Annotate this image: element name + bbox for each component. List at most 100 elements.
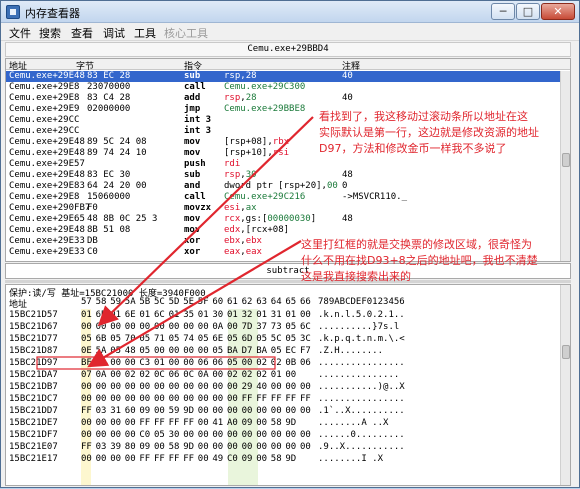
hex-byte[interactable]: 30 — [212, 309, 223, 321]
disasm-row[interactable]: Cemu.exe+29E65 48 8B 0C 25 3 mov rcx,gs:[00… — [6, 214, 562, 225]
hex-byte[interactable]: 00 — [183, 345, 194, 357]
hex-byte[interactable]: 00 — [256, 441, 267, 453]
hex-byte[interactable]: 00 — [96, 393, 107, 405]
hex-row[interactable]: 15BC21E07 FF 03 39 80 09 00 58 9D 00 00 00 00 00 00 00 0… — [6, 441, 562, 453]
hex-byte[interactable]: 05 — [154, 429, 165, 441]
hex-byte[interactable]: 00 — [183, 381, 194, 393]
hex-byte[interactable]: 01 — [256, 309, 267, 321]
hex-byte[interactable]: 00 — [183, 429, 194, 441]
hex-byte[interactable]: 00 — [300, 405, 311, 417]
hex-byte[interactable]: 01 — [271, 369, 282, 381]
hex-byte[interactable]: 00 — [227, 321, 238, 333]
hex-row[interactable]: 15BC21D97 BF 00 00 00 C3 01 00 00 06 06 05 00 02 02 0B 0… — [6, 357, 562, 369]
hex-byte[interactable]: 00 — [285, 429, 296, 441]
hex-byte[interactable]: 6E — [125, 309, 136, 321]
disasm-row[interactable]: Cemu.exe+29E57 push rdi — [6, 159, 562, 170]
hex-row[interactable]: 15BC21DB7 00 00 00 00 00 00 00 00 00 00 00 29 40 00 00 0… — [6, 381, 562, 393]
hex-byte[interactable]: 00 — [198, 441, 209, 453]
hex-byte[interactable]: 32 — [242, 309, 253, 321]
hex-byte[interactable]: 00 — [212, 405, 223, 417]
hex-byte[interactable]: 00 — [125, 357, 136, 369]
hex-byte[interactable]: 09 — [242, 453, 253, 465]
hex-byte[interactable]: 59 — [169, 405, 180, 417]
hex-byte[interactable]: 00 — [154, 381, 165, 393]
hex-row[interactable]: 15BC21D67 00 00 00 00 00 00 00 00 00 0A 00 7D 37 73 05 6… — [6, 321, 562, 333]
hex-byte[interactable]: 7D — [242, 321, 253, 333]
hex-byte[interactable]: 00 — [212, 429, 223, 441]
disasm-scrollbar[interactable] — [560, 71, 570, 261]
hex-byte[interactable]: FF — [169, 453, 180, 465]
disasm-row[interactable]: Cemu.exe+29E8 15060000 call Cemu.exe+29C216… — [6, 192, 562, 203]
hex-byte[interactable]: 00 — [110, 357, 121, 369]
hex-byte[interactable]: 74 — [183, 333, 194, 345]
hex-scrollbar[interactable] — [560, 285, 570, 485]
hex-byte[interactable]: 0B — [285, 357, 296, 369]
hex-byte[interactable]: 00 — [242, 405, 253, 417]
hex-byte[interactable]: 00 — [110, 369, 121, 381]
hex-byte[interactable]: 00 — [169, 321, 180, 333]
hex-byte[interactable]: 05 — [285, 333, 296, 345]
hex-byte[interactable]: 70 — [125, 333, 136, 345]
disasm-row[interactable]: Cemu.exe+290FB7 F0 movzx esi,ax — [6, 203, 562, 214]
hex-byte[interactable]: 00 — [125, 393, 136, 405]
hex-byte[interactable]: 00 — [183, 357, 194, 369]
hex-byte[interactable]: 00 — [110, 393, 121, 405]
hex-byte[interactable]: 0A — [198, 369, 209, 381]
hex-row[interactable]: 15BC21E17 00 00 00 00 FF FF FF FF 00 49 C0 09 00 58 9D.… — [6, 453, 562, 465]
hex-byte[interactable]: 05 — [198, 333, 209, 345]
hex-byte[interactable]: 58 — [169, 441, 180, 453]
hex-byte[interactable]: 00 — [81, 453, 92, 465]
hex-byte[interactable]: 05 — [110, 345, 121, 357]
hex-byte[interactable]: 00 — [139, 393, 150, 405]
hex-byte[interactable]: 00 — [256, 405, 267, 417]
hex-byte[interactable]: 01 — [198, 309, 209, 321]
hex-byte[interactable]: 00 — [256, 453, 267, 465]
hex-byte[interactable]: 05 — [169, 333, 180, 345]
hex-byte[interactable]: 00 — [81, 321, 92, 333]
disasm-row[interactable]: Cemu.exe+29E48 8B 51 08 mov edx,[rcx+08] — [6, 225, 562, 236]
hex-byte[interactable]: 31 — [110, 405, 121, 417]
hex-byte[interactable]: 05 — [110, 333, 121, 345]
menu-search[interactable]: 搜索 — [39, 25, 61, 41]
disasm-row[interactable]: Cemu.exe+29E8 83 C4 28 add rsp,28 40 — [6, 93, 562, 104]
hex-byte[interactable]: 30 — [169, 429, 180, 441]
hex-byte[interactable]: 40 — [256, 381, 267, 393]
hex-byte[interactable]: BA — [227, 345, 238, 357]
hex-byte[interactable]: 00 — [154, 405, 165, 417]
hex-byte[interactable]: 00 — [110, 417, 121, 429]
hex-byte[interactable]: 00 — [300, 309, 311, 321]
hex-byte[interactable]: 06 — [300, 357, 311, 369]
disasm-row[interactable]: Cemu.exe+29E48 83 EC 30 sub rsp,30 48 — [6, 170, 562, 181]
hex-byte[interactable]: 6C — [300, 321, 311, 333]
hex-byte[interactable]: 02 — [256, 357, 267, 369]
hex-byte[interactable]: 00 — [300, 381, 311, 393]
hex-row[interactable]: 15BC21D57 01 6B 01 6E 01 6C 01 35 01 30 01 32 01 31 01 0… — [6, 309, 562, 321]
hex-byte[interactable]: 00 — [271, 405, 282, 417]
hex-byte[interactable]: 05 — [227, 357, 238, 369]
hex-byte[interactable]: 00 — [271, 441, 282, 453]
hex-byte[interactable]: C0 — [227, 453, 238, 465]
hex-byte[interactable]: 00 — [125, 429, 136, 441]
hex-byte[interactable]: FF — [285, 393, 296, 405]
maximize-button[interactable]: □ — [516, 3, 540, 20]
hex-byte[interactable]: 00 — [285, 441, 296, 453]
hex-byte[interactable]: FF — [81, 405, 92, 417]
hex-byte[interactable]: FF — [242, 393, 253, 405]
hex-byte[interactable]: 06 — [212, 357, 223, 369]
hex-byte[interactable]: 02 — [227, 369, 238, 381]
hex-byte[interactable]: 00 — [96, 417, 107, 429]
hex-byte[interactable]: 6D — [242, 333, 253, 345]
hex-byte[interactable]: 00 — [198, 393, 209, 405]
hex-byte[interactable]: 06 — [198, 357, 209, 369]
hex-byte[interactable]: F7 — [300, 345, 311, 357]
hex-byte[interactable]: 00 — [242, 441, 253, 453]
menu-file[interactable]: 文件 — [9, 25, 31, 41]
hex-byte[interactable]: 5C — [271, 333, 282, 345]
hex-byte[interactable]: 00 — [154, 441, 165, 453]
hex-byte[interactable]: 00 — [198, 429, 209, 441]
hex-byte[interactable]: 00 — [300, 441, 311, 453]
hex-byte[interactable]: 05 — [285, 321, 296, 333]
hex-byte[interactable]: 05 — [139, 345, 150, 357]
hex-byte[interactable]: 00 — [227, 441, 238, 453]
hex-byte[interactable]: FF — [139, 453, 150, 465]
